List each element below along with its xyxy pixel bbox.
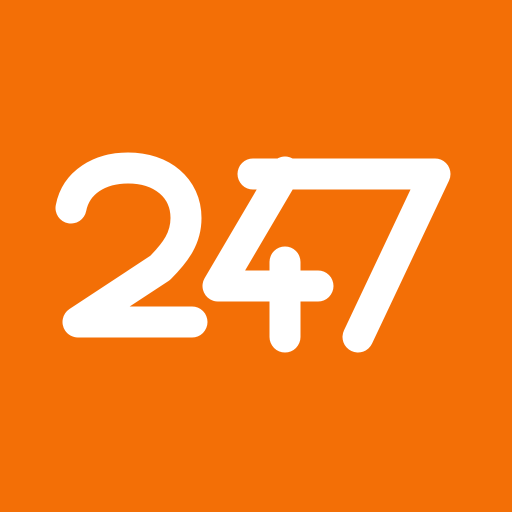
247-logo-icon	[0, 0, 512, 512]
logo-background	[0, 0, 512, 512]
app-icon-tile: 247	[0, 0, 512, 512]
